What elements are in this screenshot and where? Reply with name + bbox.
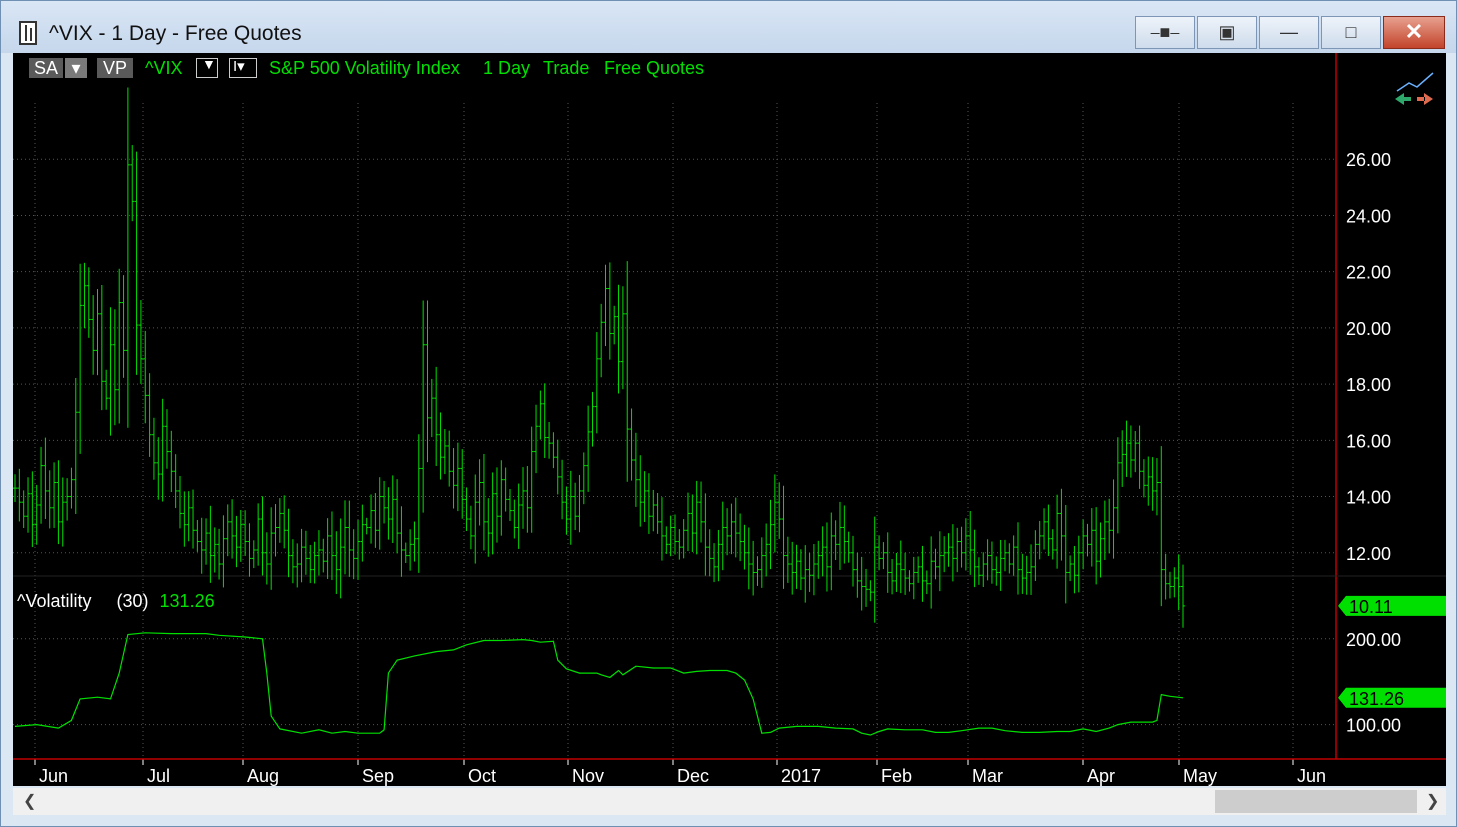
x-tick-label: Aug xyxy=(247,766,279,786)
x-tick-label: Jun xyxy=(39,766,68,786)
minimize-button[interactable]: — xyxy=(1259,16,1319,49)
x-tick-label: Mar xyxy=(972,766,1003,786)
maximize-button[interactable]: □ xyxy=(1321,16,1381,49)
chevron-down-icon: ▾ xyxy=(71,58,81,78)
app-window: ^VIX - 1 Day - Free Quotes ⎯■⎯ ▣ — □ ✕ 2… xyxy=(0,0,1457,827)
chart-window-icon: ▣ xyxy=(1218,22,1236,42)
app-chart-icon xyxy=(19,21,37,45)
left-arrow xyxy=(1395,93,1411,105)
scroll-right-icon[interactable]: ❯ xyxy=(1426,791,1439,811)
x-tick-label: Jun xyxy=(1297,766,1326,786)
right-arrow xyxy=(1417,93,1433,105)
data-type-label: Trade xyxy=(543,58,590,78)
chart-area[interactable]: 26.00 24.00 22.00 20.00 18.00 16.00 14.00 12.00… xyxy=(13,53,1446,786)
last-price-flag-text: 10.11 xyxy=(1349,597,1393,617)
chevron-down-icon: ▼ xyxy=(202,56,216,72)
price-tick-label: 14.00 xyxy=(1346,488,1391,508)
pin-icon: ⎯■⎯ xyxy=(1150,22,1180,42)
pin-button[interactable]: ⎯■⎯ xyxy=(1135,16,1195,49)
indicator-name: ^Volatility xyxy=(17,591,92,611)
interval-label: 1 Day xyxy=(483,58,531,78)
x-tick-label: Jul xyxy=(147,766,170,786)
indicator-value: 131.26 xyxy=(159,591,215,611)
source-label: Free Quotes xyxy=(604,58,705,78)
volatility-tick-label: 200.00 xyxy=(1346,630,1401,650)
window-title: ^VIX - 1 Day - Free Quotes xyxy=(49,22,302,45)
price-tick-label: 16.00 xyxy=(1346,431,1391,451)
volatility-tick-label: 100.00 xyxy=(1346,716,1401,736)
trend-line xyxy=(1396,72,1434,92)
indicator-label: ^Volatility (30) 131.26 xyxy=(17,591,215,612)
symbol-dropdown[interactable]: ▼ xyxy=(196,56,218,78)
close-icon: ✕ xyxy=(1404,19,1424,44)
x-tick-label: 2017 xyxy=(781,766,821,786)
scroll-thumb[interactable] xyxy=(1215,790,1417,813)
horizontal-scrollbar[interactable]: ❮ ❯ xyxy=(13,788,1446,815)
x-tick-label: Dec xyxy=(677,766,709,786)
close-button[interactable]: ✕ xyxy=(1383,16,1445,49)
x-tick-label: Oct xyxy=(468,766,496,786)
last-price-flag: 10.11 xyxy=(1338,595,1446,617)
x-tick-label: Feb xyxy=(881,766,912,786)
x-tick-label: Sep xyxy=(362,766,394,786)
price-tick-label: 12.00 xyxy=(1346,544,1391,564)
last-indicator-flag-text: 131.26 xyxy=(1349,689,1404,709)
volatility-line xyxy=(14,632,1184,736)
chart-svg: 26.00 24.00 22.00 20.00 18.00 16.00 14.00 12.00… xyxy=(13,53,1446,786)
chart-window-button[interactable]: ▣ xyxy=(1197,16,1257,49)
trend-arrows-icon xyxy=(1395,72,1434,105)
bar-type-icon: I▾ xyxy=(233,58,245,75)
symbol-description: S&P 500 Volatility Index xyxy=(269,58,460,78)
price-tick-label: 24.00 xyxy=(1346,206,1391,226)
sa-dropdown[interactable]: ▾ xyxy=(65,58,87,78)
last-indicator-flag: 131.26 xyxy=(1338,687,1446,709)
vp-button[interactable]: VP xyxy=(97,58,133,78)
sa-button[interactable]: SA xyxy=(29,58,63,78)
symbol-label[interactable]: ^VIX xyxy=(145,58,182,78)
interval-dropdown[interactable]: I▾ xyxy=(229,58,257,78)
indicator-param: (30) xyxy=(116,591,149,611)
maximize-icon: □ xyxy=(1345,22,1357,42)
x-tick-label: Apr xyxy=(1087,766,1115,786)
price-tick-label: 20.00 xyxy=(1346,319,1391,339)
price-tick-label: 18.00 xyxy=(1346,375,1391,395)
title-bar[interactable]: ^VIX - 1 Day - Free Quotes ⎯■⎯ ▣ — □ ✕ xyxy=(1,1,1456,53)
scroll-left-icon[interactable]: ❮ xyxy=(23,791,36,811)
price-tick-label: 22.00 xyxy=(1346,263,1391,283)
x-tick-label: Nov xyxy=(572,766,604,786)
price-tick-label: 26.00 xyxy=(1346,150,1391,170)
minimize-icon: — xyxy=(1280,22,1298,42)
x-tick-label: May xyxy=(1183,766,1217,786)
